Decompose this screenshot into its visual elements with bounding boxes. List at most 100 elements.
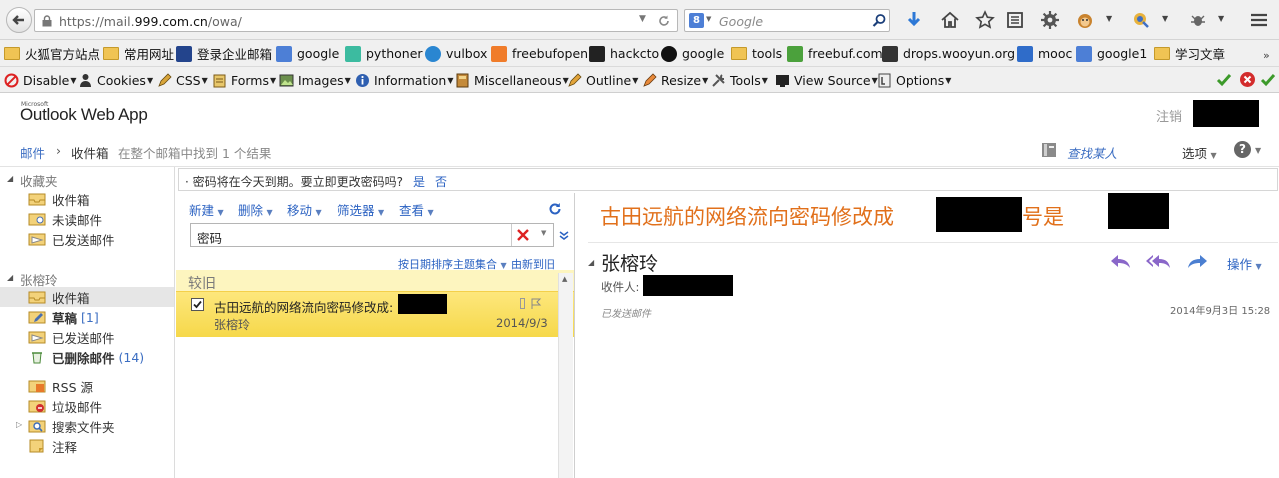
fav-inbox[interactable]: 收件箱 bbox=[0, 189, 174, 209]
scroll-up-icon[interactable]: ▲ bbox=[562, 275, 567, 283]
find-someone-link[interactable]: 查找某人 bbox=[1067, 143, 1117, 162]
collapse-mailbox-icon[interactable]: ◢ bbox=[7, 273, 13, 282]
search-scope-dropdown-icon[interactable]: ▼ bbox=[541, 229, 546, 237]
bookmark-firefox[interactable]: 火狐官方站点 bbox=[4, 45, 100, 62]
bookmark-study[interactable]: 学习文章 bbox=[1154, 45, 1225, 62]
wd-view-source[interactable]: View Source ▼ bbox=[775, 71, 878, 89]
magnifier-icon[interactable] bbox=[872, 13, 887, 28]
nav-inbox[interactable]: 收件箱 bbox=[0, 287, 174, 307]
download-icon[interactable] bbox=[904, 10, 924, 30]
wd-cookies[interactable]: Cookies ▼ bbox=[78, 71, 153, 89]
change-password-yes[interactable]: 是 bbox=[413, 173, 425, 190]
clear-search-icon[interactable] bbox=[517, 229, 529, 241]
message-checkbox[interactable] bbox=[191, 298, 204, 311]
wd-information[interactable]: Information ▼ bbox=[355, 71, 454, 89]
bookmark-mooc[interactable]: mooc bbox=[1017, 45, 1072, 62]
actions-menu[interactable]: 操作 ▼ bbox=[1227, 254, 1262, 273]
wd-miscellaneous[interactable]: Miscellaneous ▼ bbox=[455, 71, 569, 89]
wd-outline[interactable]: Outline ▼ bbox=[567, 71, 638, 89]
back-button[interactable] bbox=[6, 7, 32, 33]
filter-button[interactable]: 筛选器 ▼ bbox=[337, 200, 384, 219]
addon-dropdown-icon[interactable]: ▼ bbox=[1162, 14, 1168, 23]
bookmark-tools[interactable]: tools bbox=[731, 45, 782, 62]
reading-list-icon[interactable] bbox=[1005, 10, 1025, 30]
reply-all-icon[interactable] bbox=[1145, 252, 1171, 272]
wd-resize[interactable]: Resize ▼ bbox=[642, 71, 708, 89]
wd-images[interactable]: Images ▼ bbox=[279, 71, 351, 89]
bookmark-freebufopen[interactable]: freebufopen bbox=[491, 45, 588, 62]
wd-css[interactable]: CSS ▼ bbox=[157, 71, 208, 89]
collapse-header-icon[interactable]: ◢ bbox=[588, 258, 594, 267]
validation-check-icon[interactable] bbox=[1216, 72, 1232, 88]
new-button[interactable]: 新建 ▼ bbox=[189, 200, 224, 219]
search-bar[interactable]: 8 ▼ Google bbox=[684, 9, 890, 32]
view-button[interactable]: 查看 ▼ bbox=[399, 200, 434, 219]
reply-icon[interactable] bbox=[1108, 252, 1134, 272]
nav-drafts[interactable]: 草稿 [1] bbox=[0, 307, 174, 327]
wd-tools[interactable]: Tools ▼ bbox=[711, 71, 768, 89]
error-icon[interactable] bbox=[1239, 71, 1256, 88]
flag-icon[interactable] bbox=[530, 298, 542, 310]
options-menu[interactable]: 选项 ▼ bbox=[1182, 143, 1217, 162]
greasemonkey-icon[interactable] bbox=[1075, 10, 1095, 30]
hamburger-menu-icon[interactable] bbox=[1249, 10, 1269, 30]
search-query[interactable]: 密码 bbox=[197, 228, 222, 247]
wd-disable[interactable]: Disable ▼ bbox=[4, 71, 77, 89]
breadcrumb-mail[interactable]: 邮件 bbox=[20, 143, 45, 162]
url-dropdown-icon[interactable]: ▼ bbox=[639, 14, 646, 24]
google-engine-icon[interactable]: 8 bbox=[689, 13, 704, 28]
engine-dropdown-icon[interactable]: ▼ bbox=[706, 15, 711, 23]
css-check-icon[interactable] bbox=[1260, 72, 1276, 88]
nav-search-folders[interactable]: 搜索文件夹 bbox=[0, 416, 174, 436]
bookmark-enterprise-mail[interactable]: 登录企业邮箱 bbox=[176, 45, 272, 62]
move-button[interactable]: 移动 ▼ bbox=[287, 200, 322, 219]
reading-sender[interactable]: 张榕玲 bbox=[601, 249, 658, 276]
bookmark-google[interactable]: google bbox=[276, 45, 339, 62]
delete-button[interactable]: 删除 ▼ bbox=[238, 200, 273, 219]
nav-sent[interactable]: 已发送邮件 bbox=[0, 327, 174, 347]
cookies-icon bbox=[80, 73, 91, 87]
expand-search-icon[interactable] bbox=[558, 229, 570, 241]
message-row[interactable]: 古田远航的网络流向密码修改成: 张榕玲 2014/9/3 bbox=[176, 291, 574, 337]
nav-deleted[interactable]: 已删除邮件 (14) bbox=[0, 347, 174, 367]
wd-options[interactable]: Options ▼ bbox=[877, 71, 951, 89]
change-password-no[interactable]: 否 bbox=[435, 173, 447, 190]
favorites-header[interactable]: 收藏夹 bbox=[20, 171, 58, 190]
nav-rss[interactable]: RSS 源 bbox=[0, 376, 174, 396]
refresh-icon[interactable] bbox=[548, 202, 562, 216]
fav-unread[interactable]: 未读邮件 bbox=[0, 209, 174, 229]
help-dropdown-icon[interactable]: ▼ bbox=[1255, 146, 1261, 155]
inbox-folder-icon bbox=[28, 193, 46, 206]
bookmark-drops[interactable]: drops.wooyun.org bbox=[882, 45, 1015, 62]
addon-globe-icon[interactable] bbox=[1131, 10, 1151, 30]
category-icon[interactable] bbox=[520, 298, 525, 309]
greasemonkey-dropdown-icon[interactable]: ▼ bbox=[1106, 14, 1112, 23]
list-scrollbar[interactable]: ▲ bbox=[558, 273, 573, 478]
nav-junk[interactable]: 垃圾邮件 bbox=[0, 396, 174, 416]
reload-icon[interactable] bbox=[657, 14, 671, 28]
signout-link[interactable]: 注销 bbox=[1156, 106, 1182, 125]
bookmark-vulbox[interactable]: vulbox bbox=[425, 45, 487, 62]
bookmark-freebuf-com[interactable]: freebuf.com bbox=[787, 45, 883, 62]
bookmark-google-github[interactable]: google bbox=[661, 45, 724, 62]
bookmark-pythoner[interactable]: pythoner bbox=[345, 45, 423, 62]
bookmark-common[interactable]: 常用网址 bbox=[103, 45, 174, 62]
url-bar[interactable]: https://mail.999.com.cn/owa/ ▼ bbox=[34, 9, 678, 32]
bookmark-google1[interactable]: google1 bbox=[1076, 45, 1147, 62]
collapse-favorites-icon[interactable]: ◢ bbox=[7, 174, 13, 183]
mail-search-box[interactable]: 密码 ▼ bbox=[190, 223, 554, 247]
bookmarks-overflow-icon[interactable]: » bbox=[1263, 49, 1270, 62]
wd-forms[interactable]: Forms ▼ bbox=[212, 71, 276, 89]
help-icon[interactable]: ? bbox=[1234, 141, 1251, 158]
forms-icon bbox=[213, 74, 226, 87]
address-book-icon[interactable] bbox=[1040, 142, 1058, 158]
nav-notes[interactable]: 注释 bbox=[0, 436, 174, 456]
bookmark-star-icon[interactable] bbox=[975, 10, 995, 30]
bookmark-hackcto[interactable]: hackcto bbox=[589, 45, 659, 62]
bug-dropdown-icon[interactable]: ▼ bbox=[1218, 14, 1224, 23]
bug-icon[interactable] bbox=[1188, 10, 1208, 30]
fav-sent[interactable]: 已发送邮件 bbox=[0, 229, 174, 249]
forward-icon[interactable] bbox=[1184, 252, 1210, 272]
home-icon[interactable] bbox=[940, 10, 960, 30]
settings-gear-icon[interactable] bbox=[1040, 10, 1060, 30]
